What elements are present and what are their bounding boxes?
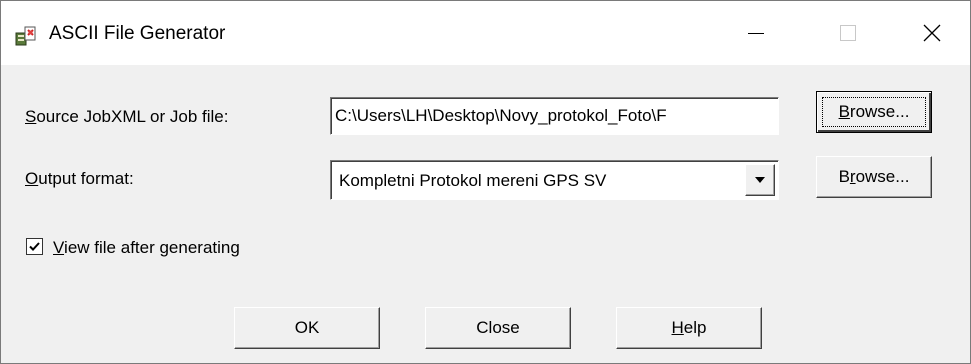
- source-file-label: Source JobXML or Job file:: [25, 107, 228, 127]
- close-icon: [923, 24, 941, 42]
- source-file-input[interactable]: C:\Users\LH\Desktop\Novy_protokol_Foto\F: [330, 97, 779, 135]
- ok-button[interactable]: OK: [234, 307, 380, 349]
- ok-label: OK: [294, 318, 320, 337]
- dialog-window: ASCII File Generator Source JobXML or Jo…: [0, 0, 971, 364]
- close-button[interactable]: Close: [425, 307, 571, 349]
- source-browse-rest: rowse...: [849, 102, 910, 121]
- view-file-label-rest: iew file after generating: [64, 238, 240, 257]
- output-format-label: Output format:: [25, 169, 134, 189]
- help-rest: elp: [683, 318, 707, 337]
- output-label-rest: utput format:: [38, 169, 134, 188]
- output-browse-pre: B: [838, 167, 850, 186]
- source-browse-label: Browse...: [839, 102, 910, 122]
- output-label-mnemonic: O: [25, 169, 39, 188]
- source-browse-button[interactable]: Browse...: [816, 91, 932, 133]
- view-file-label[interactable]: View file after generating: [53, 238, 240, 258]
- checkmark-icon: [29, 242, 40, 251]
- close-label: Close: [476, 318, 520, 337]
- output-browse-rest: owse...: [855, 167, 910, 186]
- view-file-checkbox[interactable]: [26, 238, 43, 255]
- minimize-button[interactable]: [710, 1, 802, 65]
- app-icon: [15, 25, 37, 47]
- help-button[interactable]: Help: [616, 307, 762, 349]
- source-browse-mnemonic: B: [838, 102, 850, 121]
- dropdown-button[interactable]: [745, 164, 775, 196]
- close-window-button[interactable]: [894, 1, 970, 65]
- output-browse-button[interactable]: Browse...: [816, 156, 932, 198]
- output-format-value: Kompletni Protokol mereni GPS SV: [339, 171, 607, 190]
- source-label-rest: ource JobXML or Job file:: [36, 107, 229, 126]
- output-browse-label: Browse...: [839, 167, 910, 187]
- help-label: Help: [672, 318, 707, 338]
- maximize-icon: [840, 25, 856, 41]
- help-mnemonic: H: [671, 318, 684, 337]
- chevron-down-icon: [755, 177, 765, 183]
- output-format-select[interactable]: Kompletni Protokol mereni GPS SV: [330, 160, 779, 200]
- window-title: ASCII File Generator: [49, 23, 226, 44]
- source-label-mnemonic: S: [25, 107, 37, 126]
- maximize-button[interactable]: [802, 1, 894, 65]
- minimize-icon: [748, 33, 764, 34]
- title-bar[interactable]: ASCII File Generator: [1, 1, 970, 65]
- view-file-mnemonic: V: [53, 238, 65, 257]
